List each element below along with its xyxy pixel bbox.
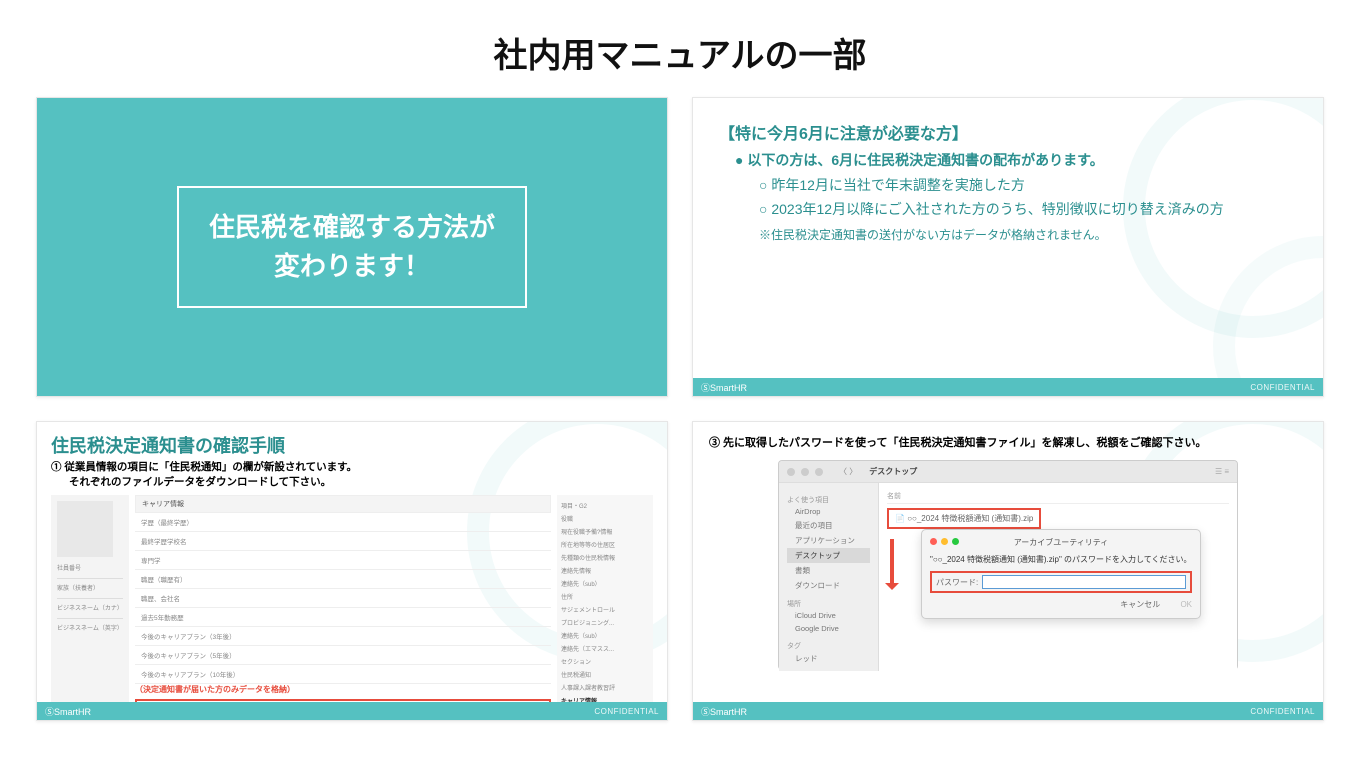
- s3-field-row: 今後のキャリアプラン（3年後）: [135, 627, 551, 646]
- s2-sub1: ○ 昨年12月に当社で年末調整を実施した方: [759, 174, 1297, 198]
- side-h3: タグ: [787, 641, 870, 651]
- s3-title: 住民税決定通知書の確認手順: [51, 432, 653, 458]
- s3-field-row: 今後のキャリアプラン（5年後）: [135, 646, 551, 665]
- s3-right-item: 連絡先（sub）: [561, 629, 649, 642]
- lbl-biz: ビジネスネーム（カナ）: [57, 603, 123, 612]
- slide1-title-box: 住民税を確認する方法が 変わります！: [177, 186, 527, 308]
- zip-file-highlight[interactable]: 📄 ○○_2024 特徴税額通知 (通知書).zip: [887, 508, 1041, 529]
- sidebar-item[interactable]: 最近の項目: [787, 518, 870, 533]
- s3-right-item: 役職: [561, 512, 649, 525]
- s3-field-row: 職歴（職歴有）: [135, 570, 551, 589]
- toolbar-title: デスクトップ: [869, 466, 917, 477]
- password-row: パスワード:: [930, 571, 1192, 593]
- sidebar-item[interactable]: Google Drive: [787, 622, 870, 635]
- s3-right-item: 所在地等等の住居区: [561, 538, 649, 551]
- s3-step-b: それぞれのファイルデータをダウンロードして下さい。: [69, 475, 653, 490]
- ok-button[interactable]: OK: [1180, 600, 1192, 609]
- side-h2: 場所: [787, 599, 870, 609]
- s3-right-item: 人事課入課者教習評: [561, 681, 649, 694]
- brand-logo: ⓈSmartHR: [45, 705, 91, 718]
- s2-sub2-text: 2023年12月以降にご入社された方のうち、特別徴収に切り替え済みの方: [771, 201, 1223, 217]
- s3-field-row: 今後のキャリアプラン（10年後）: [135, 665, 551, 684]
- slides-grid: 住民税を確認する方法が 変わります！ 【特に今月6月に注意が必要な方】 ● 以下…: [0, 97, 1360, 751]
- sidebar-item[interactable]: レッド: [787, 651, 870, 666]
- s3-right-item: セクション: [561, 655, 649, 668]
- lbl-family: 家族（扶養者）: [57, 583, 123, 592]
- s3-field-row: 専門学: [135, 551, 551, 570]
- s2-note: ※住民税決定通知書の送付がない方はデータが格納されません。: [759, 226, 1297, 243]
- confidential-label: CONFIDENTIAL: [594, 707, 659, 716]
- s3-field-row: 学歴（最終学歴）: [135, 513, 551, 532]
- side-h1: よく使う項目: [787, 495, 870, 505]
- finder-toolbar: 〈 〉 デスクトップ ☰ ≡: [779, 461, 1237, 483]
- brand-logo: ⓈSmartHR: [701, 381, 747, 394]
- brand-logo: ⓈSmartHR: [701, 705, 747, 718]
- sidebar-item[interactable]: ダウンロード: [787, 578, 870, 593]
- sidebar-item[interactable]: AirDrop: [787, 505, 870, 518]
- pw-label: パスワード:: [936, 577, 978, 588]
- slide-4: ③ 先に取得したパスワードを使って「住民税決定通知書ファイル」を解凍し、税額をご…: [692, 421, 1324, 721]
- dialog-title: アーカイブユーティリティ: [930, 537, 1192, 548]
- dialog-msg: "○○_2024 特徴税額通知 (通知書).zip" のパスワードを入力してくだ…: [930, 554, 1192, 565]
- s2-heading: 【特に今月6月に注意が必要な方】: [719, 120, 1297, 144]
- s2-bullet: ● 以下の方は、6月に住民税決定通知書の配布があります。: [735, 150, 1297, 170]
- s3-right-item: 連絡先（エマスス...: [561, 642, 649, 655]
- zip-file-name: ○○_2024 特徴税額通知 (通知書).zip: [907, 514, 1033, 523]
- s4-step: ③ 先に取得したパスワードを使って「住民税決定通知書ファイル」を解凍し、税額をご…: [709, 434, 1307, 450]
- s3-left-panel: 社員番号 家族（扶養者） ビジネスネーム（カナ） ビジネスネーム（英字）: [51, 495, 129, 721]
- window-dot: [787, 468, 795, 476]
- s3-right-item: 連絡先情報: [561, 564, 649, 577]
- s3-right-item: 住所: [561, 590, 649, 603]
- s3-right-item: サジェメントロール: [561, 603, 649, 616]
- confidential-label: CONFIDENTIAL: [1250, 383, 1315, 392]
- archive-dialog: アーカイブユーティリティ "○○_2024 特徴税額通知 (通知書).zip" …: [921, 529, 1201, 619]
- s3-right-panel: 項目・G2役職現在役職予備?情報所在地等等の住居区先種類の住民税情報連絡先情報連…: [557, 495, 653, 721]
- s2-sub1-text: 昨年12月に当社で年末調整を実施した方: [771, 177, 1025, 193]
- s3-step-a: ① 従業員情報の項目に「住民税通知」の欄が新設されています。: [51, 460, 653, 475]
- avatar-placeholder: [57, 501, 113, 557]
- s3-right-item: 項目・G2: [561, 499, 649, 512]
- s3-right-item: 現在役職予備?情報: [561, 525, 649, 538]
- page-title: 社内用マニュアルの一部: [0, 0, 1360, 97]
- sidebar-item[interactable]: iCloud Drive: [787, 609, 870, 622]
- slide-1: 住民税を確認する方法が 変わります！: [36, 97, 668, 397]
- sidebar-item[interactable]: デスクトップ: [787, 548, 870, 563]
- finder-window: 〈 〉 デスクトップ ☰ ≡ よく使う項目 AirDrop最近の項目アプリケーシ…: [778, 460, 1238, 670]
- sidebar-item[interactable]: アプリケーション: [787, 533, 870, 548]
- slide2-footer: ⓈSmartHR CONFIDENTIAL: [693, 378, 1323, 396]
- s3-mid-panel: キャリア情報 学歴（最終学歴）最終学歴学校名専門学職歴（職歴有）職歴、会社名過去…: [135, 495, 551, 721]
- s3-right-item: 先種類の住民税情報: [561, 551, 649, 564]
- slide1-line2: 変わります！: [209, 247, 495, 286]
- slide1-line1: 住民税を確認する方法が: [209, 208, 495, 247]
- lbl-empno: 社員番号: [57, 563, 123, 572]
- red-arrow-icon: [885, 539, 899, 595]
- slide3-footer: ⓈSmartHR CONFIDENTIAL: [37, 702, 667, 720]
- col-name: 名前: [887, 489, 1229, 504]
- s2-sub2: ○ 2023年12月以降にご入社された方のうち、特別徴収に切り替え済みの方: [759, 198, 1297, 222]
- s3-mid-head: キャリア情報: [135, 495, 551, 513]
- cancel-button[interactable]: キャンセル: [1120, 600, 1160, 609]
- s3-right-item: 連絡先（sub）: [561, 577, 649, 590]
- sidebar-item[interactable]: 書類: [787, 563, 870, 578]
- s3-right-item: 住民税通知: [561, 668, 649, 681]
- finder-sidebar: よく使う項目 AirDrop最近の項目アプリケーションデスクトップ書類ダウンロー…: [779, 483, 879, 671]
- s3-red-caption: （決定通知書が届いた方のみデータを格納）: [135, 684, 551, 695]
- confidential-label: CONFIDENTIAL: [1250, 707, 1315, 716]
- password-input[interactable]: [982, 575, 1186, 589]
- slide-2: 【特に今月6月に注意が必要な方】 ● 以下の方は、6月に住民税決定通知書の配布が…: [692, 97, 1324, 397]
- s3-field-row: 過去5年勤務歴: [135, 608, 551, 627]
- s3-field-row: 最終学歴学校名: [135, 532, 551, 551]
- slide-3: 住民税決定通知書の確認手順 ① 従業員情報の項目に「住民税通知」の欄が新設されて…: [36, 421, 668, 721]
- s3-right-item: プロビジョニング...: [561, 616, 649, 629]
- finder-main: 名前 📄 ○○_2024 特徴税額通知 (通知書).zip アーカイブユーティリ…: [879, 483, 1237, 671]
- window-dot: [815, 468, 823, 476]
- lbl-biz2: ビジネスネーム（英字）: [57, 623, 123, 632]
- slide4-footer: ⓈSmartHR CONFIDENTIAL: [693, 702, 1323, 720]
- s3-screenshot: 社員番号 家族（扶養者） ビジネスネーム（カナ） ビジネスネーム（英字） キャリ…: [51, 495, 653, 721]
- view-icons: ☰ ≡: [1215, 467, 1229, 476]
- s2-bullet-text: 以下の方は、6月に住民税決定通知書の配布があります。: [747, 152, 1103, 168]
- window-dot: [801, 468, 809, 476]
- s3-field-row: 職歴、会社名: [135, 589, 551, 608]
